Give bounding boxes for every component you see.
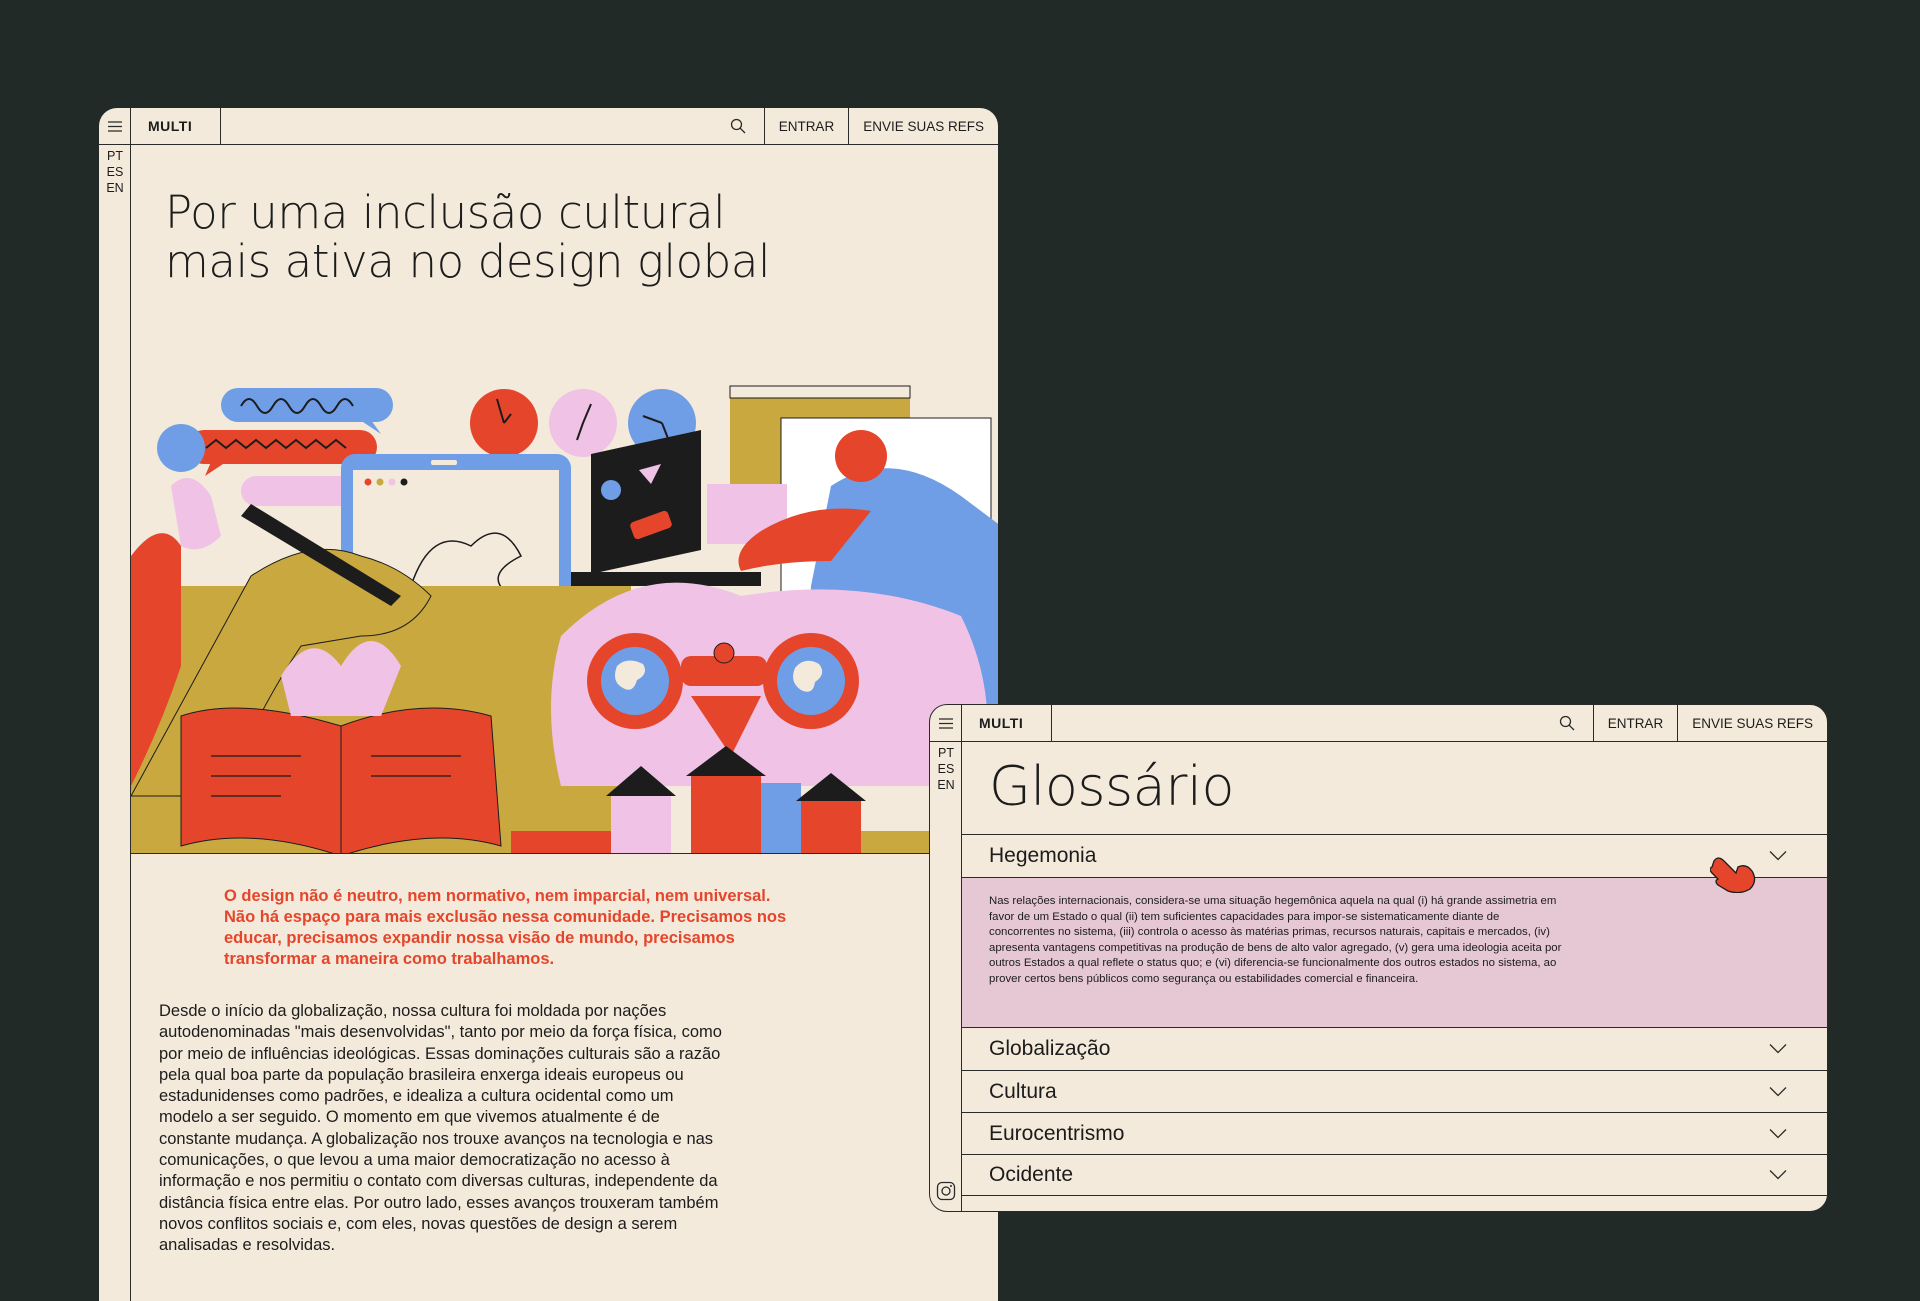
submit-refs-link[interactable]: ENVIE SUAS REFS (1678, 705, 1827, 741)
accordion-panel-hegemonia: Nas relações internacionais, considera-s… (962, 877, 1827, 1027)
login-link[interactable]: ENTRAR (1594, 705, 1679, 741)
accordion-term: Hegemonia (989, 844, 1097, 867)
lead-paragraph: O design não é neutro, nem normativo, ne… (224, 887, 787, 968)
title-line-1: Por uma inclusão cultural (165, 186, 726, 239)
definition-text: Nas relações internacionais, considera-s… (989, 895, 1562, 985)
lang-pt[interactable]: PT (938, 745, 954, 761)
search-icon[interactable] (1542, 705, 1594, 741)
accordion-item-globalizacao[interactable]: Globalização (962, 1027, 1827, 1070)
glossary-header: MULTI ENTRAR ENVIE SUAS REFS (930, 705, 1827, 742)
site-logo[interactable]: MULTI (131, 108, 221, 144)
pointer-hand-icon (1710, 857, 1756, 893)
chevron-down-icon[interactable] (1769, 1044, 1787, 1055)
lang-en[interactable]: EN (106, 180, 123, 196)
accordion-term: Globalização (989, 1037, 1111, 1060)
article-header: MULTI ENTRAR ENVIE SUAS REFS (99, 108, 998, 145)
search-icon[interactable] (713, 108, 765, 144)
site-logo[interactable]: MULTI (962, 705, 1052, 741)
accordion-item-eurocentrismo[interactable]: Eurocentrismo (962, 1112, 1827, 1154)
instagram-icon[interactable] (936, 1181, 956, 1201)
hamburger-menu-icon[interactable] (99, 108, 131, 144)
login-link[interactable]: ENTRAR (765, 108, 850, 144)
language-sidebar (930, 742, 962, 1211)
language-switcher: PT ES EN (930, 743, 962, 793)
chevron-down-icon[interactable] (1769, 1086, 1787, 1097)
hero-illustration (131, 336, 998, 853)
accordion-term: Cultura (989, 1079, 1057, 1103)
title-line-2: mais ativa no design global (165, 235, 771, 288)
body-paragraph: Desde o início da globalização, nossa cu… (159, 1002, 722, 1255)
glossary-title: Glossário (989, 755, 1235, 818)
language-switcher: PT ES EN (99, 146, 131, 196)
language-sidebar (99, 145, 131, 1301)
accordion-item-ocidente[interactable]: Ocidente (962, 1154, 1827, 1196)
chevron-down-icon[interactable] (1769, 851, 1787, 862)
divider (131, 853, 998, 854)
lang-es[interactable]: ES (107, 164, 124, 180)
accordion-item-cultura[interactable]: Cultura (962, 1070, 1827, 1112)
accordion-term: Ocidente (989, 1163, 1074, 1186)
accordion-term: Eurocentrismo (989, 1121, 1125, 1145)
article-window: MULTI ENTRAR ENVIE SUAS REFS PT ES EN Po… (99, 108, 998, 1301)
accordion-item-hegemonia[interactable]: Hegemonia (962, 834, 1827, 877)
lang-en[interactable]: EN (937, 777, 954, 793)
lang-es[interactable]: ES (938, 761, 955, 777)
chevron-down-icon[interactable] (1769, 1128, 1787, 1139)
glossary-window: MULTI ENTRAR ENVIE SUAS REFS PT ES EN Gl… (929, 704, 1828, 1212)
hamburger-menu-icon[interactable] (930, 705, 962, 741)
submit-refs-link[interactable]: ENVIE SUAS REFS (849, 108, 998, 144)
page-title: Por uma inclusão cultural mais ativa no … (165, 188, 805, 286)
lang-pt[interactable]: PT (107, 148, 123, 164)
chevron-down-icon[interactable] (1769, 1170, 1787, 1181)
